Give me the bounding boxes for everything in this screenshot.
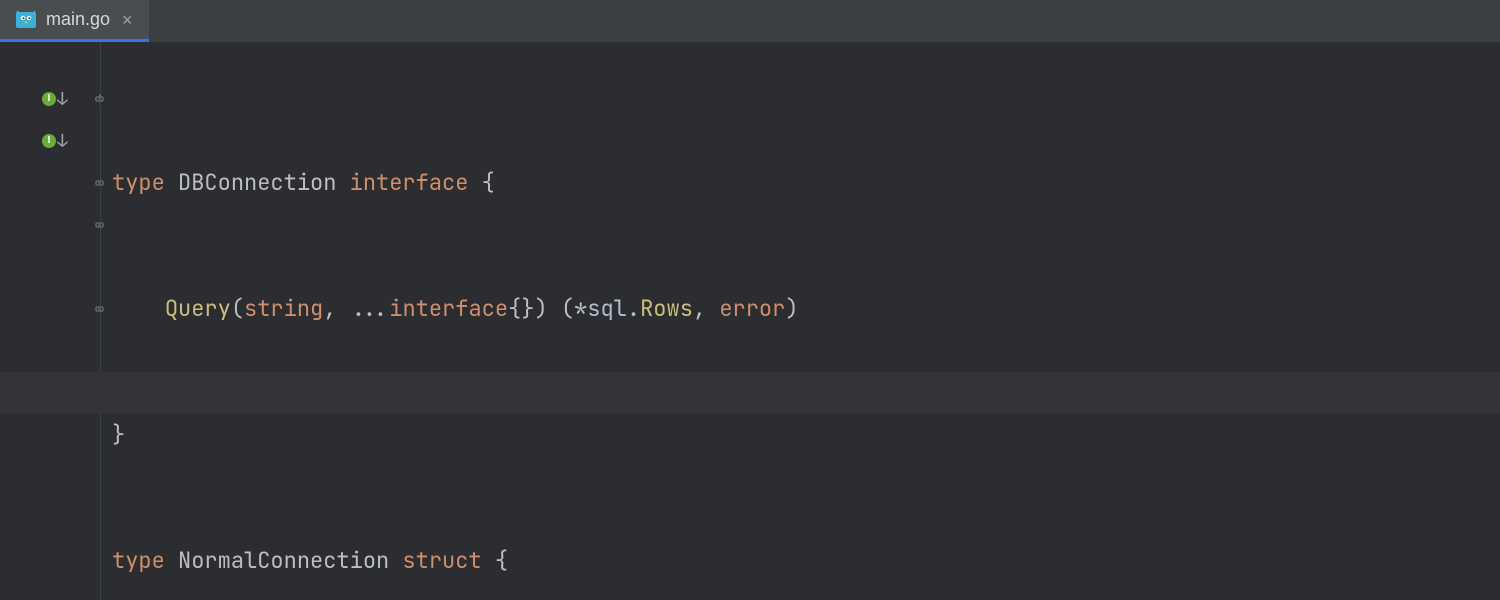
code-editor[interactable]: I ↓ I ↓ type DBConnection interface { Qu… (0, 42, 1500, 600)
code-line[interactable]: Query(string, ...interface{}) (*sql.Rows… (90, 288, 1500, 330)
tab-main-go[interactable]: main.go × (0, 0, 149, 42)
down-arrow-icon: ↓ (57, 88, 68, 111)
tab-bar: main.go × (0, 0, 1500, 42)
tab-label: main.go (46, 9, 110, 30)
implements-marker[interactable]: I ↓ (0, 120, 90, 162)
go-file-icon (16, 10, 36, 30)
down-arrow-icon: ↓ (57, 130, 68, 153)
implements-marker[interactable]: I ↓ (0, 78, 90, 120)
code-area[interactable]: type DBConnection interface { Query(stri… (90, 42, 1500, 600)
impl-circle-icon: I (42, 134, 56, 148)
code-line[interactable]: type NormalConnection struct { (90, 540, 1500, 582)
gutter: I ↓ I ↓ (0, 42, 90, 600)
close-icon[interactable]: × (120, 9, 135, 31)
code-line[interactable]: type DBConnection interface { (90, 162, 1500, 204)
code-line[interactable]: } (90, 414, 1500, 456)
impl-circle-icon: I (42, 92, 56, 106)
